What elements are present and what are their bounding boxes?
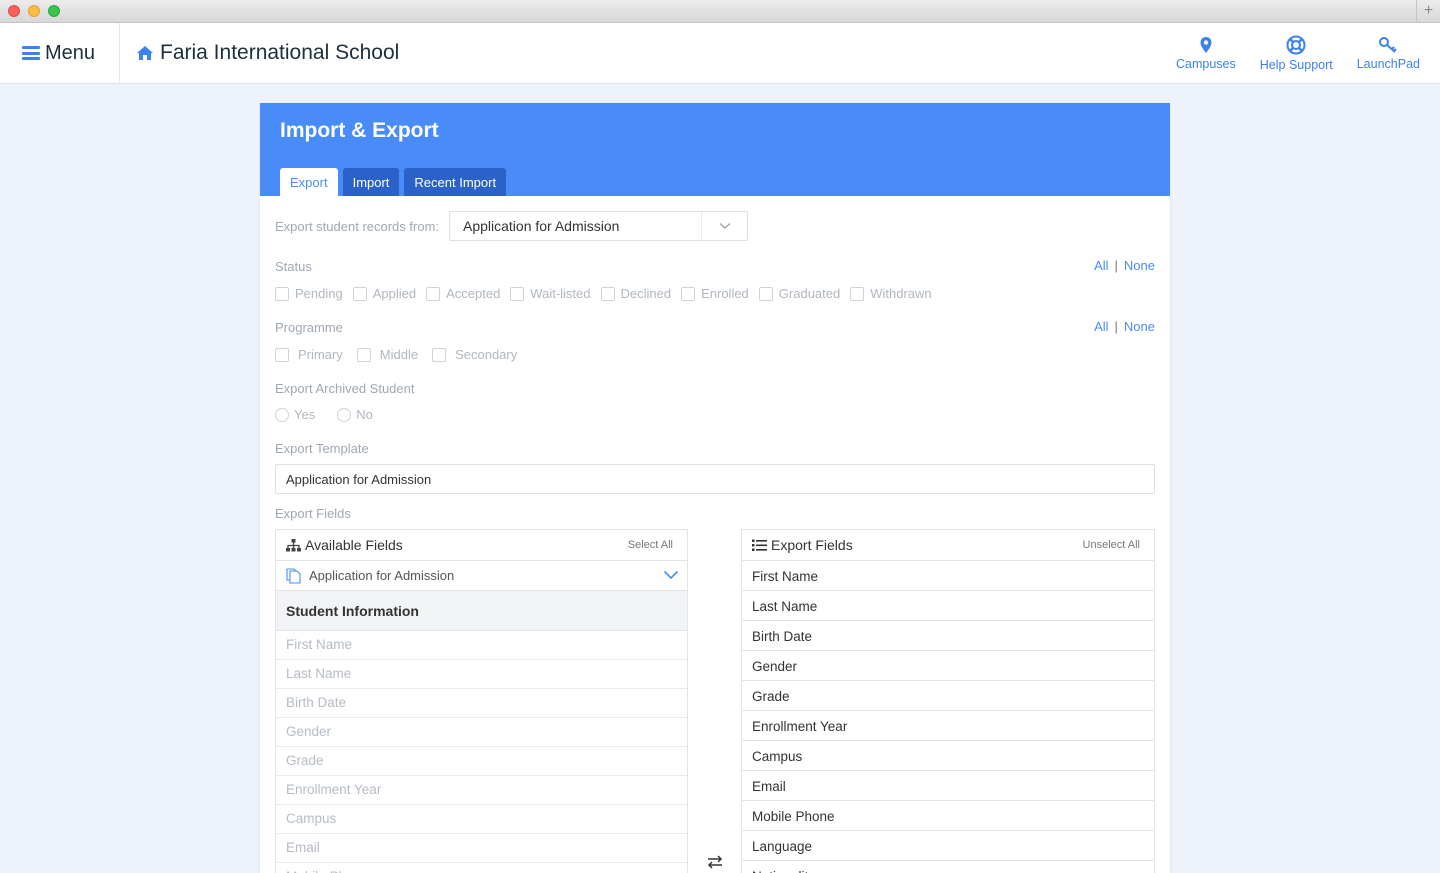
close-window-button[interactable] xyxy=(8,5,20,17)
archived-yes-radio[interactable]: Yes xyxy=(275,407,315,422)
documents-icon xyxy=(286,567,301,584)
status-applied-checkbox[interactable]: Applied xyxy=(352,286,416,301)
archived-no-radio[interactable]: No xyxy=(337,407,373,422)
programme-primary-checkbox[interactable]: Primary xyxy=(275,347,343,362)
launchpad-label: LaunchPad xyxy=(1356,56,1420,71)
map-pin-icon xyxy=(1200,36,1212,53)
status-graduated-checkbox[interactable]: Graduated xyxy=(758,286,840,301)
list-icon xyxy=(752,539,767,551)
available-field-item[interactable]: Grade xyxy=(276,747,687,776)
key-icon xyxy=(1379,36,1398,53)
export-fields-header: Export Fields Unselect All xyxy=(742,530,1154,561)
available-field-item[interactable]: Campus xyxy=(276,805,687,834)
export-field-item[interactable]: Grade xyxy=(742,681,1154,711)
export-field-item[interactable]: Last Name xyxy=(742,591,1154,621)
available-fields-header: Available Fields Select All xyxy=(276,530,687,561)
status-all-link[interactable]: All xyxy=(1094,258,1108,273)
menu-button[interactable]: Menu xyxy=(0,23,120,83)
field-group-header: Student Information xyxy=(276,591,687,631)
export-field-item[interactable]: Gender xyxy=(742,651,1154,681)
status-label: Status xyxy=(275,259,312,274)
export-template-input[interactable]: Application for Admission xyxy=(275,464,1155,494)
export-fields-panel: Export Fields Unselect All First Name La… xyxy=(741,529,1155,873)
export-field-item[interactable]: Birth Date xyxy=(742,621,1154,651)
help-support-label: Help Support xyxy=(1259,57,1333,72)
nav-links: Campuses Help Support LaunchPad xyxy=(1152,23,1420,83)
archived-student-label: Export Archived Student xyxy=(275,381,415,396)
menu-label: Menu xyxy=(45,41,96,64)
import-export-card: Import & Export Export Import Recent Imp… xyxy=(260,103,1170,873)
field-source-value: Application for Admission xyxy=(309,568,455,583)
programme-none-link[interactable]: None xyxy=(1124,319,1155,334)
launchpad-link[interactable]: LaunchPad xyxy=(1357,23,1420,83)
chevron-down-icon xyxy=(663,570,679,580)
lifebuoy-icon xyxy=(1286,35,1306,54)
available-field-item[interactable]: Email xyxy=(276,834,687,863)
status-declined-checkbox[interactable]: Declined xyxy=(600,286,671,301)
status-options: Pending Applied Accepted Wait-listed Dec… xyxy=(275,286,942,301)
export-field-item[interactable]: Mobile Phone xyxy=(742,801,1154,831)
card-header: Import & Export Export Import Recent Imp… xyxy=(260,103,1170,196)
zoom-window-button[interactable] xyxy=(48,5,60,17)
school-home-link[interactable]: Faria International School xyxy=(136,23,399,83)
available-field-item[interactable]: Gender xyxy=(276,718,687,747)
available-field-item[interactable]: Last Name xyxy=(276,660,687,689)
export-field-item[interactable]: Email xyxy=(742,771,1154,801)
select-all-button[interactable]: Select All xyxy=(628,539,673,551)
available-field-item[interactable]: Mobile Phone xyxy=(276,863,687,873)
export-field-item[interactable]: Language xyxy=(742,831,1154,861)
hamburger-icon xyxy=(22,46,40,60)
status-waitlisted-checkbox[interactable]: Wait-listed xyxy=(510,286,591,301)
swap-arrows-icon[interactable] xyxy=(707,855,723,869)
programme-all-link[interactable]: All xyxy=(1094,319,1108,334)
available-field-item[interactable]: Birth Date xyxy=(276,689,687,718)
status-select-links: All | None xyxy=(1094,258,1155,273)
top-navbar: Menu Faria International School Campuses… xyxy=(0,23,1440,84)
unselect-all-button[interactable]: Unselect All xyxy=(1083,539,1140,551)
tab-export[interactable]: Export xyxy=(280,168,338,196)
status-withdrawn-checkbox[interactable]: Withdrawn xyxy=(850,286,932,301)
status-accepted-checkbox[interactable]: Accepted xyxy=(426,286,500,301)
export-template-label: Export Template xyxy=(275,441,369,456)
tab-bar: Export Import Recent Import xyxy=(280,168,511,196)
available-field-item[interactable]: First Name xyxy=(276,631,687,660)
export-fields-title: Export Fields xyxy=(771,537,853,553)
records-from-label: Export student records from: xyxy=(275,219,440,234)
field-source-select[interactable]: Application for Admission xyxy=(276,561,687,591)
school-name: Faria International School xyxy=(160,41,400,64)
export-field-item[interactable]: Campus xyxy=(742,741,1154,771)
window-titlebar: + xyxy=(0,0,1440,23)
tab-recent-import[interactable]: Recent Import xyxy=(404,168,507,196)
available-field-item[interactable]: Enrollment Year xyxy=(276,776,687,805)
campuses-link[interactable]: Campuses xyxy=(1176,23,1236,83)
programme-secondary-checkbox[interactable]: Secondary xyxy=(432,347,517,362)
programme-middle-checkbox[interactable]: Middle xyxy=(356,347,418,362)
status-enrolled-checkbox[interactable]: Enrolled xyxy=(681,286,749,301)
help-support-link[interactable]: Help Support xyxy=(1260,23,1333,83)
export-field-item[interactable]: Enrollment Year xyxy=(742,711,1154,741)
export-fields-label: Export Fields xyxy=(275,506,351,521)
export-field-item[interactable]: Nationality xyxy=(742,861,1154,873)
new-tab-button[interactable]: + xyxy=(1416,0,1440,22)
programme-links-separator: | xyxy=(1114,319,1118,334)
chevron-down-icon xyxy=(701,212,747,240)
records-from-select[interactable]: Application for Admission xyxy=(449,211,748,241)
tab-import[interactable]: Import xyxy=(342,168,400,196)
export-field-item[interactable]: First Name xyxy=(742,561,1154,591)
campuses-label: Campuses xyxy=(1176,56,1236,71)
sitemap-icon xyxy=(286,538,301,551)
programme-select-links: All | None xyxy=(1094,319,1155,334)
programme-label: Programme xyxy=(275,320,343,335)
page-title: Import & Export xyxy=(280,119,439,142)
records-from-value: Application for Admission xyxy=(463,218,620,234)
available-fields-title: Available Fields xyxy=(305,537,403,553)
available-fields-panel: Available Fields Select All Application … xyxy=(275,529,688,873)
minimize-window-button[interactable] xyxy=(28,5,40,17)
archived-options: Yes No xyxy=(275,407,383,422)
status-links-separator: | xyxy=(1114,258,1118,273)
status-pending-checkbox[interactable]: Pending xyxy=(275,286,343,301)
home-icon xyxy=(137,46,153,60)
programme-options: Primary Middle Secondary xyxy=(275,347,527,362)
status-none-link[interactable]: None xyxy=(1124,258,1155,273)
